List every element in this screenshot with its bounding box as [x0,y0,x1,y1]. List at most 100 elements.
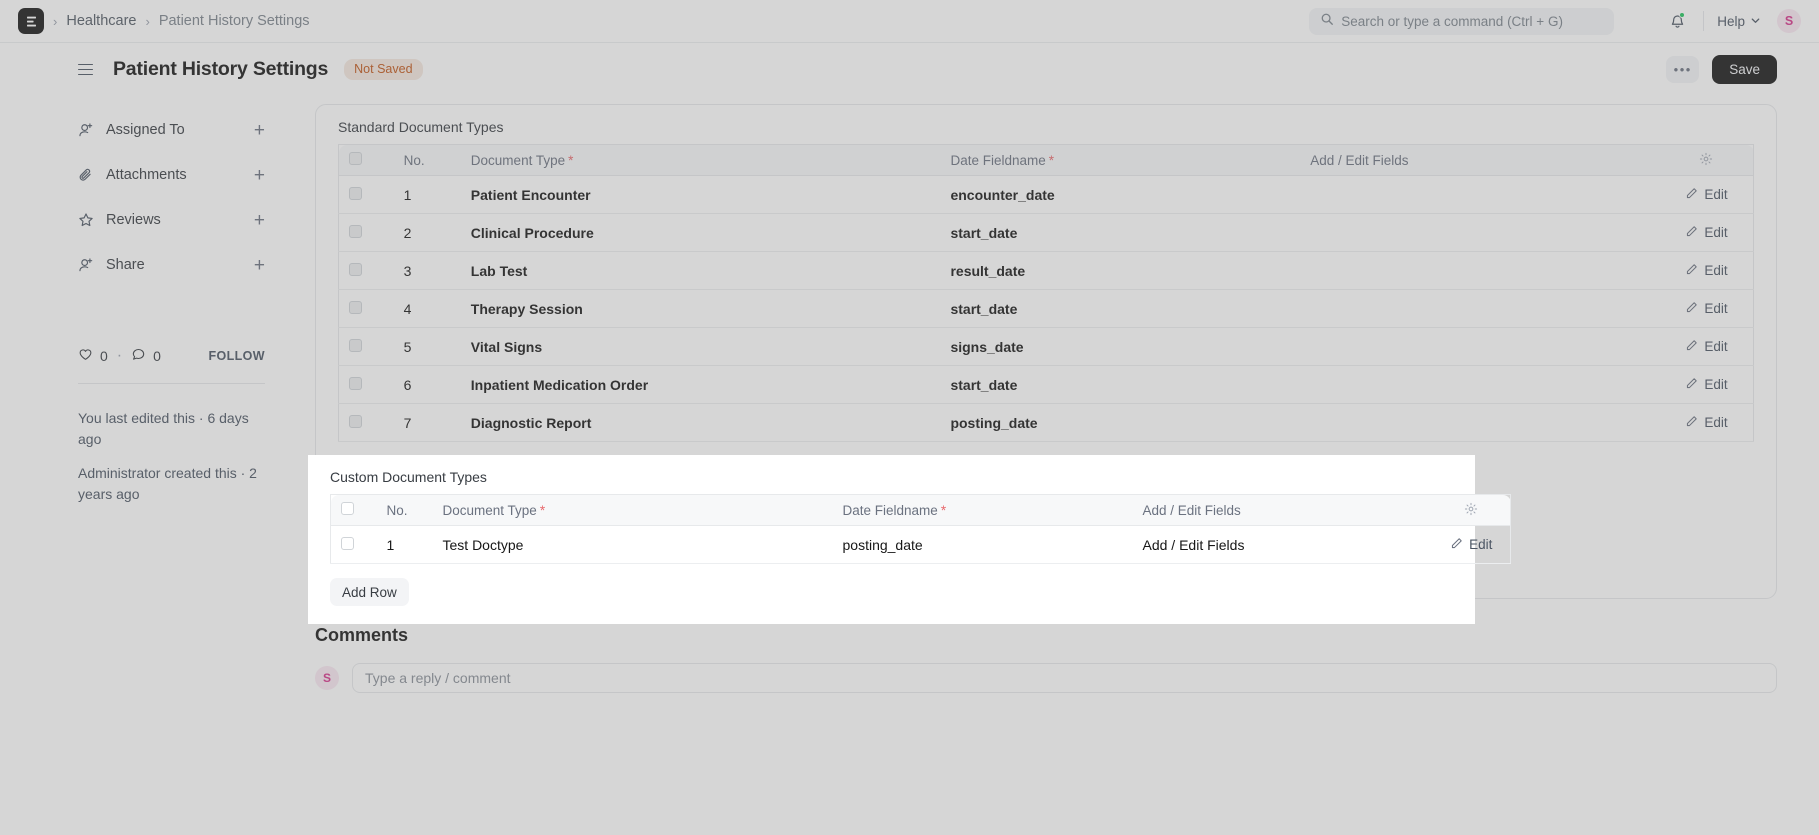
checkbox-icon[interactable] [349,414,362,428]
row-checkbox-cell[interactable] [337,213,394,252]
checkbox-icon[interactable] [349,300,362,314]
checkbox-icon[interactable] [349,186,362,200]
cell-date-fieldname[interactable]: signs_date [940,327,1301,366]
cell-date-fieldname[interactable]: result_date [940,251,1301,290]
table-row[interactable]: 6 Inpatient Medication Order start_date … [337,365,1754,404]
row-edit-cell[interactable]: Edit [1659,327,1754,366]
cell-date-fieldname[interactable]: posting_date [940,403,1301,442]
cell-add-edit-fields[interactable] [1300,289,1660,328]
cell-date-fieldname[interactable]: start_date [940,213,1301,252]
plus-icon[interactable]: + [254,166,265,185]
cell-add-edit-fields[interactable] [1300,213,1660,252]
edit-row-button[interactable]: Edit [1450,537,1492,553]
table-row[interactable]: 5 Vital Signs signs_date Edit [337,327,1754,366]
row-checkbox-cell[interactable] [337,251,394,290]
help-menu[interactable]: Help [1717,14,1761,29]
edit-row-button[interactable]: Edit [1685,187,1728,203]
hamburger-icon[interactable] [78,63,93,76]
row-edit-cell[interactable]: Edit [1659,403,1754,442]
row-number: 7 [393,403,461,442]
cell-add-edit-fields[interactable] [1300,251,1660,290]
checkbox-icon[interactable] [341,502,354,515]
edit-row-button[interactable]: Edit [1685,377,1728,393]
cell-document-type[interactable]: Test Doctype [432,525,833,564]
comment-input[interactable]: Type a reply / comment [352,663,1777,693]
checkbox-icon[interactable] [349,224,362,238]
more-actions-button[interactable]: ••• [1666,56,1700,83]
breadcrumb-patient-history-settings[interactable]: Patient History Settings [159,13,310,29]
add-row-button[interactable]: Add Row [330,578,409,606]
gear-icon[interactable] [1464,502,1478,516]
row-checkbox-cell[interactable] [337,327,394,366]
cell-document-type[interactable]: Therapy Session [460,289,941,328]
table-row[interactable]: 3 Lab Test result_date Edit [337,251,1754,290]
sidebar-item-assigned-to[interactable]: Assigned To + [78,114,265,146]
row-edit-cell[interactable]: Edit [1659,289,1754,328]
cell-date-fieldname[interactable]: start_date [940,289,1301,328]
cell-add-edit-fields[interactable] [1300,365,1660,404]
edit-row-button[interactable]: Edit [1685,301,1728,317]
edit-row-button[interactable]: Edit [1685,225,1728,241]
edit-row-button[interactable]: Edit [1685,415,1728,431]
table-row[interactable]: 1 Test Doctype posting_date Add / Edit F… [330,525,1511,564]
row-edit-cell[interactable]: Edit [1432,525,1511,564]
table-row[interactable]: 7 Diagnostic Report posting_date Edit [337,403,1754,442]
top-navbar: › Healthcare › Patient History Settings … [0,0,1819,43]
row-checkbox-cell[interactable] [337,175,394,214]
like-button[interactable]: 0 [78,347,108,365]
cell-add-edit-fields[interactable]: Add / Edit Fields [1132,525,1433,564]
pencil-icon [1685,301,1698,317]
cell-document-type[interactable]: Diagnostic Report [460,403,941,442]
cell-document-type[interactable]: Patient Encounter [460,175,941,214]
plus-icon[interactable]: + [254,256,265,275]
row-edit-cell[interactable]: Edit [1659,213,1754,252]
user-avatar[interactable]: S [1777,9,1801,33]
checkbox-icon[interactable] [349,262,362,276]
pencil-icon [1450,537,1463,553]
row-edit-cell[interactable]: Edit [1659,365,1754,404]
cell-date-fieldname[interactable]: posting_date [832,525,1133,564]
cell-add-edit-fields[interactable] [1300,403,1660,442]
plus-icon[interactable]: + [254,121,265,140]
cell-add-edit-fields[interactable] [1300,327,1660,366]
table-row[interactable]: 1 Patient Encounter encounter_date Edit [337,175,1754,214]
select-all-header[interactable] [330,494,377,526]
checkbox-icon[interactable] [349,152,362,165]
save-button[interactable]: Save [1712,55,1777,84]
search-input[interactable]: Search or type a command (Ctrl + G) [1309,7,1615,35]
gear-icon[interactable] [1699,152,1713,166]
checkbox-icon[interactable] [349,376,362,390]
sidebar-item-attachments[interactable]: Attachments + [78,159,265,191]
follow-button[interactable]: FOLLOW [208,349,265,363]
plus-icon[interactable]: + [254,211,265,230]
cell-document-type[interactable]: Clinical Procedure [460,213,941,252]
cell-date-fieldname[interactable]: encounter_date [940,175,1301,214]
row-checkbox-cell[interactable] [330,525,377,564]
cell-document-type[interactable]: Lab Test [460,251,941,290]
row-checkbox-cell[interactable] [337,403,394,442]
column-settings-header[interactable] [1432,494,1511,526]
cell-document-type[interactable]: Vital Signs [460,327,941,366]
column-settings-header[interactable] [1659,144,1754,176]
select-all-header[interactable] [337,144,394,176]
comment-count-button[interactable]: 0 [131,347,161,365]
edit-row-button[interactable]: Edit [1685,263,1728,279]
sidebar-item-share[interactable]: Share + [78,249,265,281]
breadcrumb-healthcare[interactable]: Healthcare [66,13,136,29]
table-row[interactable]: 4 Therapy Session start_date Edit [337,289,1754,328]
checkbox-icon[interactable] [349,338,362,352]
sidebar-item-reviews[interactable]: Reviews + [78,204,265,236]
cell-date-fieldname[interactable]: start_date [940,365,1301,404]
edit-row-button[interactable]: Edit [1685,339,1728,355]
app-logo[interactable] [18,8,44,34]
row-checkbox-cell[interactable] [337,365,394,404]
notifications-button[interactable] [1664,8,1690,34]
row-checkbox-cell[interactable] [337,289,394,328]
row-edit-cell[interactable]: Edit [1659,175,1754,214]
checkbox-icon[interactable] [341,536,354,550]
cell-document-type[interactable]: Inpatient Medication Order [460,365,941,404]
row-edit-cell[interactable]: Edit [1659,251,1754,290]
cell-add-edit-fields[interactable] [1300,175,1660,214]
table-header-row: No. Document Type * Date Fieldname * Add /… [337,144,1754,176]
table-row[interactable]: 2 Clinical Procedure start_date Edit [337,213,1754,252]
